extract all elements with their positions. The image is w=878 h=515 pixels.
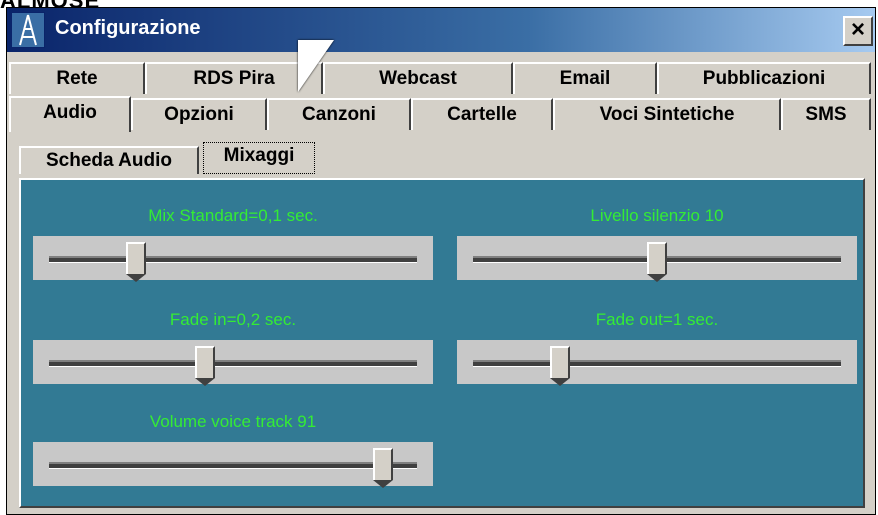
mix-standard-label: Mix Standard=0,1 sec.: [148, 206, 318, 225]
tab-cartelle[interactable]: Cartelle: [411, 98, 553, 130]
livello-silenzio-label: Livello silenzio 10: [590, 206, 724, 225]
tab-rete[interactable]: Rete: [9, 62, 145, 94]
slider-thumb[interactable]: [125, 242, 146, 282]
configuration-window: Configurazione × Rete RDS Pira Webcast E…: [6, 7, 876, 515]
volume-voice-track-slider[interactable]: [33, 442, 433, 488]
subtab-scheda-audio[interactable]: Scheda Audio: [19, 146, 199, 174]
titlebar[interactable]: Configurazione ×: [7, 8, 875, 52]
tab-email[interactable]: Email: [513, 62, 657, 94]
tab-sms[interactable]: SMS: [781, 98, 871, 130]
tab-rds-pira[interactable]: RDS Pira: [145, 62, 323, 94]
fade-in-slider[interactable]: [33, 340, 433, 386]
window-title: Configurazione: [55, 17, 201, 39]
fade-in-label: Fade in=0,2 sec.: [169, 310, 297, 329]
mix-standard-slider[interactable]: [33, 236, 433, 282]
slider-track: [49, 462, 417, 469]
tab-voci-sintetiche[interactable]: Voci Sintetiche: [553, 98, 781, 130]
slider-thumb[interactable]: [195, 346, 216, 386]
tab-canzoni[interactable]: Canzoni: [267, 98, 411, 130]
tab-pubblicazioni[interactable]: Pubblicazioni: [657, 62, 871, 94]
slider-track: [49, 256, 417, 263]
slider-track: [49, 360, 417, 367]
mouse-cursor-icon: [298, 40, 334, 92]
slider-track: [473, 360, 841, 367]
slider-thumb[interactable]: [372, 448, 393, 488]
slider-thumb[interactable]: [549, 346, 570, 386]
livello-silenzio-slider[interactable]: [457, 236, 857, 282]
fade-out-label: Fade out=1 sec.: [595, 310, 719, 329]
tab-audio[interactable]: Audio: [9, 96, 131, 132]
fade-out-slider[interactable]: [457, 340, 857, 386]
volume-voice-track-label: Volume voice track 91: [149, 412, 317, 431]
slider-thumb[interactable]: [647, 242, 667, 282]
tab-opzioni[interactable]: Opzioni: [131, 98, 267, 130]
subtab-mixaggi[interactable]: Mixaggi: [202, 141, 316, 175]
tower-icon: [11, 12, 45, 48]
tab-webcast[interactable]: Webcast: [323, 62, 513, 94]
mixaggi-panel: Mix Standard=0,1 sec. Livello silenzio 1…: [19, 178, 865, 508]
close-button[interactable]: ×: [843, 16, 873, 46]
